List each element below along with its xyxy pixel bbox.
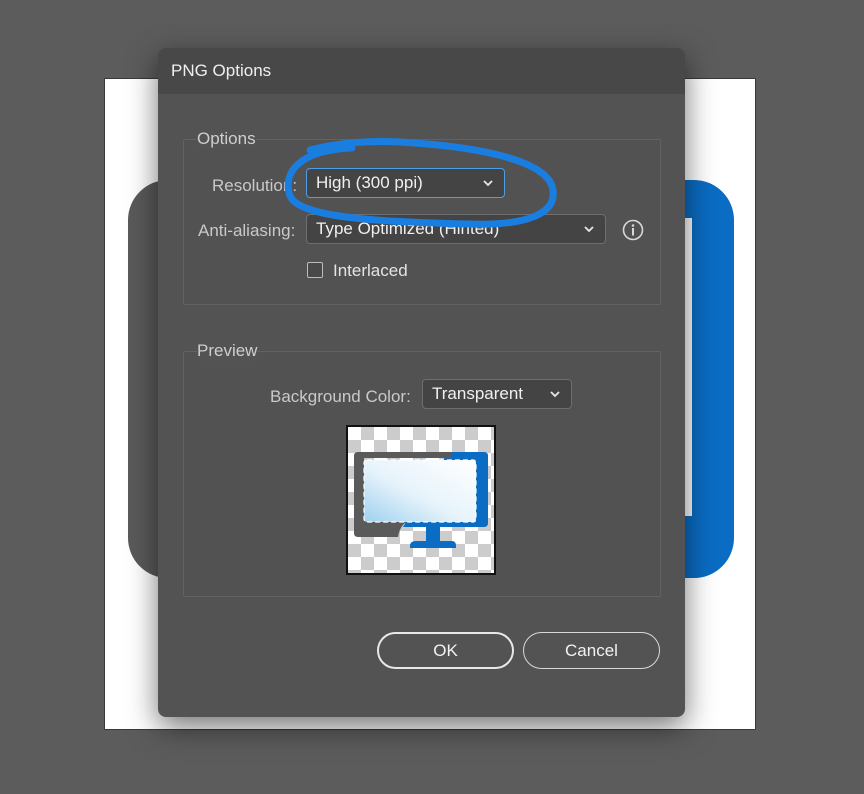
interlaced-label[interactable]: Interlaced — [333, 261, 408, 281]
resolution-label: Resolution: — [212, 176, 298, 195]
info-icon[interactable] — [622, 219, 644, 241]
interlaced-checkbox[interactable] — [307, 262, 323, 278]
background-color-select[interactable]: Transparent — [422, 379, 572, 409]
dialog-title: PNG Options — [171, 61, 272, 80]
options-group-title: Options — [197, 129, 256, 149]
preview-group-title: Preview — [197, 341, 258, 361]
artwork-blue-inner-edge — [684, 218, 692, 516]
monitor-icon — [354, 452, 488, 548]
png-options-dialog: PNG Options Options Resolution: High (30… — [158, 48, 685, 717]
resolution-select[interactable]: High (300 ppi) — [306, 168, 505, 198]
background-color-label: Background Color: — [270, 387, 411, 406]
dialog-titlebar[interactable]: PNG Options — [158, 48, 685, 94]
antialiasing-select[interactable]: Type Optimized (Hinted) — [306, 214, 606, 244]
chevron-down-icon — [550, 391, 560, 398]
ok-button[interactable]: OK — [377, 632, 514, 669]
antialiasing-select-value: Type Optimized (Hinted) — [316, 219, 500, 238]
chevron-down-icon — [584, 226, 594, 233]
cancel-button[interactable]: Cancel — [523, 632, 660, 669]
antialiasing-label: Anti-aliasing: — [198, 221, 296, 240]
preview-thumbnail — [346, 425, 496, 575]
background-color-select-value: Transparent — [432, 384, 524, 403]
chevron-down-icon — [483, 180, 493, 187]
resolution-select-value: High (300 ppi) — [316, 173, 423, 192]
